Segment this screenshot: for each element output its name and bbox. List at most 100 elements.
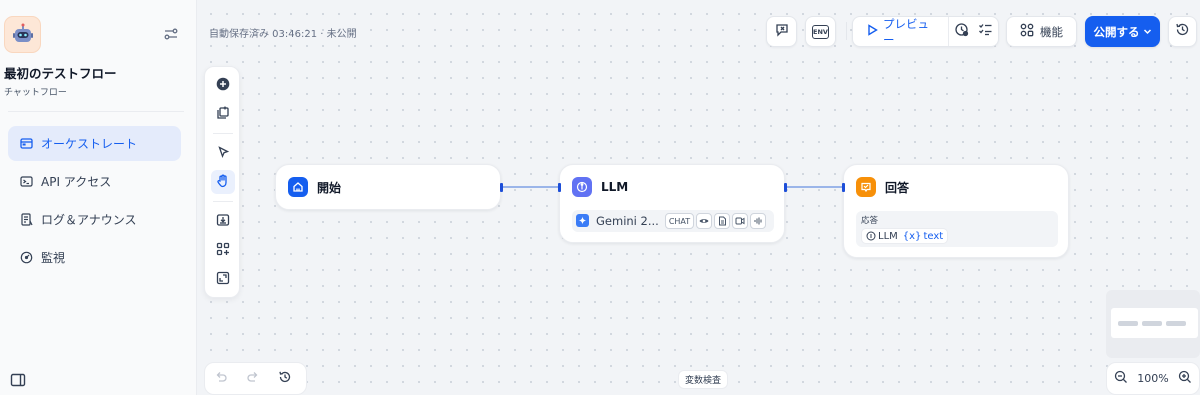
env-icon: ENV — [812, 24, 829, 39]
terminal-icon — [19, 174, 34, 189]
settings-sliders-icon[interactable] — [163, 26, 183, 44]
orchestrate-icon — [19, 136, 34, 151]
change-history-button[interactable] — [269, 363, 301, 394]
export-image-button[interactable] — [211, 209, 235, 233]
undo-redo-bar — [204, 362, 307, 395]
fit-view-button[interactable] — [211, 267, 235, 291]
canvas-tools — [204, 66, 240, 298]
undo-button[interactable] — [205, 363, 237, 394]
robot-icon[interactable] — [4, 16, 41, 53]
answer-bubble-icon — [856, 177, 876, 197]
zoom-level[interactable]: 100% — [1137, 372, 1168, 385]
preview-group: プレビュー — [852, 16, 999, 47]
grid-plus-icon — [216, 241, 230, 260]
features-label: 機能 — [1040, 24, 1063, 39]
hand-icon — [216, 173, 230, 192]
node-llm[interactable]: LLM Gemini 2... CHAT — [558, 164, 787, 243]
edge-llm-answer — [787, 186, 843, 188]
image-download-icon — [216, 212, 230, 231]
zoom-out-icon — [1114, 369, 1128, 388]
output-handle[interactable] — [500, 183, 503, 192]
checklist-icon — [978, 22, 993, 41]
sidebar-item-api-access[interactable]: API アクセス — [8, 164, 181, 199]
app-subtitle: チャットフロー — [4, 88, 67, 98]
sidebar-item-orchestrate[interactable]: オーケストレート — [8, 126, 181, 161]
features-icon — [1020, 23, 1034, 40]
variable-inspect-button[interactable]: 変数検査 — [678, 370, 729, 389]
answer-field-label: 応答 — [861, 216, 879, 226]
mode-chip: CHAT — [664, 213, 695, 229]
node-answer[interactable]: 回答 応答 LLM {x} text — [842, 164, 1069, 258]
hand-tool-button[interactable] — [211, 170, 235, 194]
node-title: 開始 — [317, 180, 342, 195]
gemini-icon — [576, 212, 589, 231]
sidebar-nav: オーケストレート API アクセス ログ＆アナウンス 監視 — [8, 126, 181, 278]
organize-blocks-button[interactable] — [211, 238, 235, 262]
toolbar-divider — [846, 22, 847, 40]
note-icon — [216, 105, 230, 124]
redo-button[interactable] — [237, 363, 269, 394]
pointer-tool-button[interactable] — [211, 141, 235, 165]
video-icon — [732, 213, 749, 229]
plus-circle-icon — [216, 76, 230, 95]
maximize-icon — [216, 270, 230, 289]
answer-field[interactable]: 応答 LLM {x} text — [856, 211, 1058, 247]
input-handle[interactable] — [842, 183, 845, 192]
zoom-controls: 100% — [1106, 362, 1200, 395]
clear-vars-button[interactable] — [766, 16, 797, 47]
gauge-icon — [19, 250, 34, 265]
minimap-node — [1118, 321, 1138, 326]
minimap-node — [1166, 321, 1186, 326]
sidebar-item-logs[interactable]: ログ＆アナウンス — [8, 202, 181, 237]
edge-start-llm — [503, 186, 558, 188]
model-selector[interactable]: Gemini 2... CHAT — [572, 210, 774, 232]
variable-name: text — [923, 230, 944, 242]
sidebar-divider — [8, 111, 184, 112]
variable-pill[interactable]: LLM {x} text — [861, 228, 949, 244]
history-clock-icon — [954, 22, 969, 41]
publish-button[interactable]: 公開する — [1085, 16, 1160, 47]
cursor-icon — [217, 144, 230, 163]
node-header: LLM — [572, 177, 628, 197]
node-header: 開始 — [288, 177, 341, 197]
output-handle[interactable] — [784, 183, 787, 192]
preview-button[interactable]: プレビュー — [853, 17, 950, 47]
redo-icon — [246, 369, 260, 388]
sidebar-item-monitoring[interactable]: 監視 — [8, 240, 181, 275]
variable-symbol: {x} — [902, 230, 922, 242]
zoom-in-button[interactable] — [1177, 369, 1193, 388]
publish-label: 公開する — [1093, 24, 1140, 39]
minimap[interactable] — [1106, 290, 1200, 358]
variable-source: LLM — [878, 230, 898, 242]
sidebar-item-label: API アクセス — [41, 175, 112, 189]
version-history-button[interactable] — [1168, 16, 1197, 47]
checklist-button[interactable] — [974, 17, 998, 46]
env-button[interactable]: ENV — [805, 16, 836, 47]
history-icon — [1175, 22, 1190, 41]
app-title: 最初のテストフロー — [4, 66, 117, 81]
sidebar-item-label: 監視 — [41, 251, 66, 265]
chevron-down-icon — [1143, 25, 1152, 39]
tools-divider — [213, 133, 233, 134]
sidebar: 最初のテストフロー チャットフロー オーケストレート API アクセス ログ＆ア… — [0, 0, 197, 395]
audio-icon — [750, 213, 767, 229]
input-handle[interactable] — [558, 183, 561, 192]
add-note-button[interactable] — [211, 102, 235, 126]
zoom-in-icon — [1178, 369, 1192, 388]
autosave-status: 自動保存済み 03:46:21 · 未公開 — [209, 29, 357, 40]
sidebar-item-label: オーケストレート — [41, 137, 138, 151]
add-node-button[interactable] — [211, 73, 235, 97]
sidebar-item-label: ログ＆アナウンス — [41, 213, 137, 227]
history-icon — [278, 369, 292, 388]
zoom-out-button[interactable] — [1113, 369, 1129, 388]
tools-divider — [213, 201, 233, 202]
collapse-sidebar-icon[interactable] — [10, 372, 26, 388]
model-name: Gemini 2... — [596, 214, 659, 228]
features-button[interactable]: 機能 — [1006, 16, 1077, 47]
run-history-button[interactable] — [949, 17, 973, 46]
document-icon — [714, 213, 731, 229]
node-start[interactable]: 開始 — [275, 164, 503, 210]
home-icon — [288, 177, 308, 197]
log-icon — [19, 212, 34, 227]
llm-small-icon — [866, 231, 876, 241]
